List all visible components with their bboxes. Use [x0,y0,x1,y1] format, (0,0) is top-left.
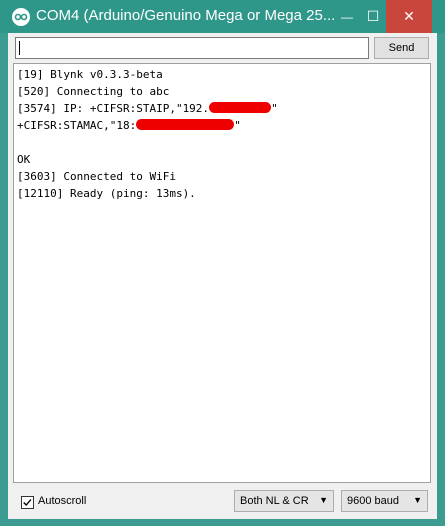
output-line: [3574] IP: +CIFSR:STAIP,"192. " [17,102,278,116]
output-line: [3603] Connected to WiFi [17,170,176,183]
redaction-mark [209,102,272,113]
baud-rate-value: 9600 baud [347,495,399,507]
maximize-button[interactable]: ☐ [360,0,386,33]
baud-rate-select[interactable]: 9600 baud ▼ [341,490,428,512]
output-line: [19] Blynk v0.3.3-beta [17,68,163,81]
close-icon: ✕ [403,8,415,24]
autoscroll-checkbox[interactable] [21,496,34,509]
checkmark-icon [23,499,32,507]
arduino-logo-icon [12,8,30,26]
output-line: +CIFSR:STAMAC,"18: " [17,119,241,133]
line-ending-value: Both NL & CR [240,495,309,507]
minimize-icon: — [341,9,353,24]
status-bar: Autoscroll Both NL & CR ▼ 9600 baud ▼ [8,485,437,519]
output-line: OK [17,153,31,166]
redaction-mark [136,119,235,130]
chevron-down-icon: ▼ [413,495,422,505]
output-line: [12110] Ready (ping: 13ms). [17,187,196,200]
title-bar[interactable]: COM4 (Arduino/Genuino Mega or Mega 25...… [0,0,445,33]
output-line-text: +CIFSR:STAMAC,"18: [17,119,137,132]
minimize-button[interactable]: — [334,0,360,33]
output-line-text: [3574] IP: +CIFSR:STAIP,"192. [17,102,210,115]
close-button[interactable]: ✕ [386,0,432,33]
maximize-icon: ☐ [366,8,380,24]
line-ending-select[interactable]: Both NL & CR ▼ [234,490,334,512]
serial-output[interactable]: [19] Blynk v0.3.3-beta [520] Connecting … [13,63,431,483]
output-line-suffix: " [234,119,241,132]
output-line: [520] Connecting to abc [17,85,170,98]
autoscroll-label: Autoscroll [38,495,87,507]
window-title: COM4 (Arduino/Genuino Mega or Mega 25... [36,7,336,24]
chevron-down-icon: ▼ [319,495,328,505]
send-button[interactable]: Send [374,37,429,59]
serial-monitor-window: COM4 (Arduino/Genuino Mega or Mega 25...… [0,0,445,526]
text-caret [19,41,20,55]
serial-send-input[interactable] [15,37,369,59]
serial-monitor-client: Send [19] Blynk v0.3.3-beta [520] Connec… [8,33,437,519]
output-line-suffix: " [271,102,278,115]
